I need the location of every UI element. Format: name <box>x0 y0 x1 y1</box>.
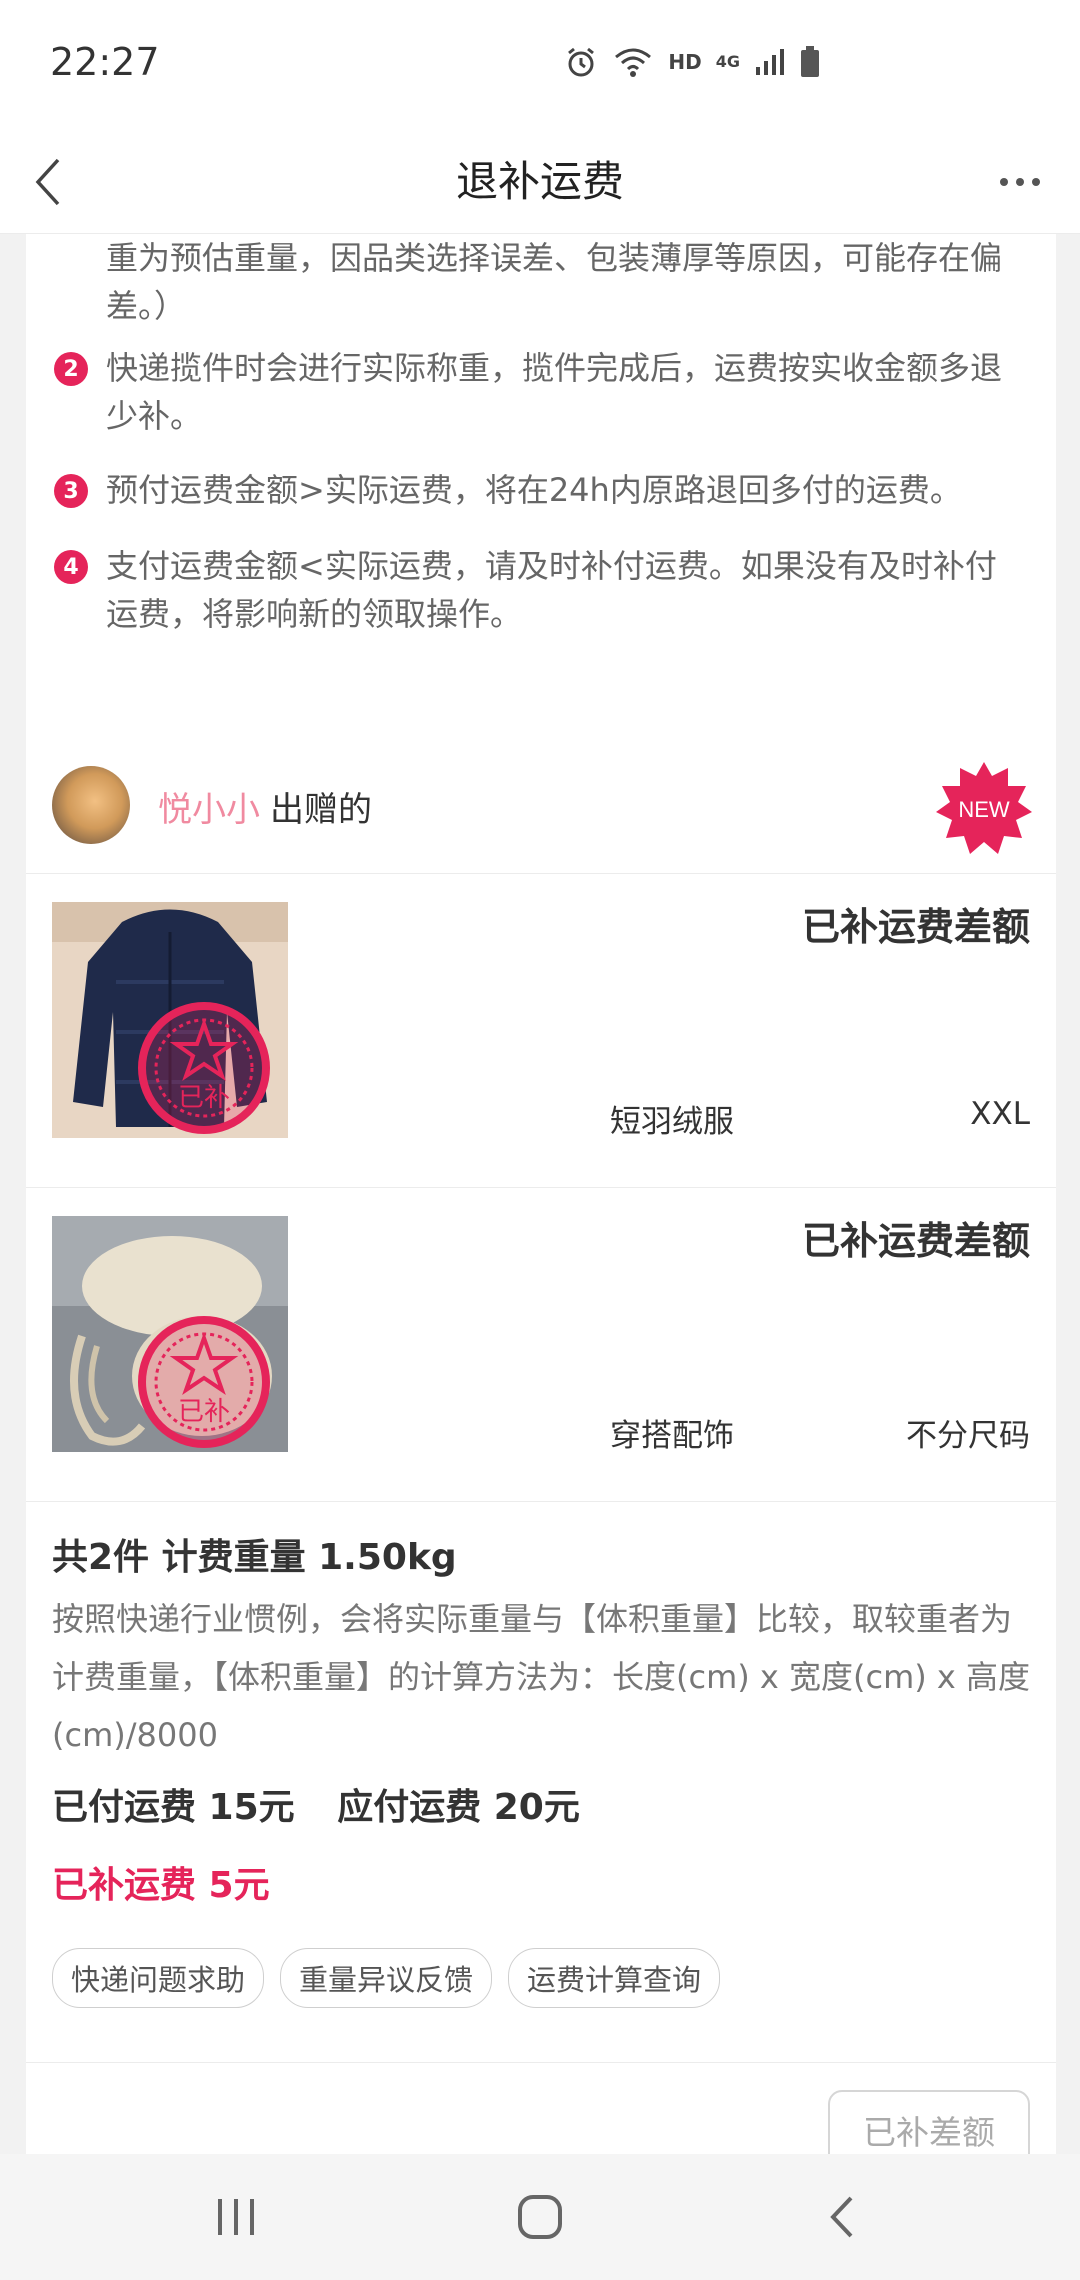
rule-item: 3 预付运费金额>实际运费，将在24h内原路退回多付的运费。 <box>54 466 1044 514</box>
summary-description: 按照快递行业惯例，会将实际重量与【体积重量】比较，取较重者为计费重量，【体积重量… <box>52 1600 1031 1754</box>
paid-fee: 已付运费 15元 <box>52 1787 295 1828</box>
rule-number-badge: 3 <box>54 474 88 508</box>
new-badge: NEW <box>936 762 1032 854</box>
item-status: 已补运费差额 <box>801 905 1030 949</box>
avatar[interactable] <box>52 766 130 844</box>
more-button[interactable] <box>990 152 1050 212</box>
summary-title: 共2件 计费重量 1.50kg <box>52 1537 457 1578</box>
tag-express-help[interactable]: 快递问题求助 <box>52 1948 265 2008</box>
recent-apps-icon <box>218 2199 254 2235</box>
status-bar: 22:27 HD 4G <box>0 0 1080 130</box>
item-category: 穿搭配饰 <box>610 1418 734 1454</box>
back-arrow-icon <box>830 2196 853 2238</box>
rule-item: 2 快递揽件时会进行实际称重，揽件完成后，运费按实收金额多退少补。 <box>54 344 1044 440</box>
item-size: XXL <box>970 1096 1030 1132</box>
gift-card: 悦小小 出赠的 NEW 已补 已补运费差额 短羽绒服 XXL 已补 已补运费差额… <box>26 736 1056 2154</box>
rule-number-badge: 4 <box>54 550 88 584</box>
tag-weight-dispute[interactable]: 重量异议反馈 <box>280 1948 493 2008</box>
divider <box>26 2062 1056 2063</box>
recent-apps-button[interactable] <box>206 2187 266 2247</box>
rule-text: 支付运费金额<实际运费，请及时补付运费。如果没有及时补付运费，将影响新的领取操作… <box>106 547 997 633</box>
product-image-accessory[interactable]: 已补 <box>52 1216 288 1452</box>
more-icon <box>1000 178 1008 186</box>
giver-row[interactable]: 悦小小 出赠的 NEW <box>26 736 1056 874</box>
product-image-jacket[interactable]: 已补 <box>52 902 288 1138</box>
content-scroll[interactable]: 重为预估重量，因品类选择误差、包装薄厚等原因，可能存在偏差。） 2 快递揽件时会… <box>0 234 1080 2154</box>
rule-item: 4 支付运费金额<实际运费，请及时补付运费。如果没有及时补付运费，将影响新的领取… <box>54 542 1044 638</box>
new-badge-text: NEW <box>958 797 1010 822</box>
item-status: 已补运费差额 <box>801 1219 1030 1263</box>
page-title: 退补运费 <box>455 157 624 206</box>
nav-bar: 退补运费 <box>0 130 1080 234</box>
help-tags: 快递问题求助 重量异议反馈 运费计算查询 <box>52 1948 1032 2008</box>
system-back-button[interactable] <box>812 2187 872 2247</box>
rule-text: 快递揽件时会进行实际称重，揽件完成后，运费按实收金额多退少补。 <box>106 349 1003 435</box>
stamp-text: 已补 <box>178 1397 230 1427</box>
stamp-icon: 已补 <box>138 1002 270 1134</box>
item-size: 不分尺码 <box>906 1418 1030 1454</box>
tag-fee-calculator[interactable]: 运费计算查询 <box>508 1948 721 2008</box>
paid-difference-button[interactable]: 已补差额 <box>828 2090 1030 2154</box>
hd-indicator: HD <box>668 50 702 74</box>
item-category: 短羽绒服 <box>610 1104 734 1140</box>
fee-line: 已付运费 15元 应付运费 20元 <box>52 1778 1032 1830</box>
rule-partial-text: 重为预估重量，因品类选择误差、包装薄厚等原因，可能存在偏差。） <box>106 239 1003 325</box>
extra-paid-fee: 已补运费 5元 <box>52 1865 270 1906</box>
rule-number-badge: 2 <box>54 352 88 386</box>
giver-name[interactable]: 悦小小 <box>158 782 260 831</box>
home-icon <box>518 2195 562 2239</box>
battery-icon <box>801 46 819 77</box>
stamp-text: 已补 <box>178 1083 230 1113</box>
due-fee: 应付运费 20元 <box>337 1787 580 1828</box>
home-button[interactable] <box>510 2187 570 2247</box>
shipping-summary: 共2件 计费重量 1.50kg 按照快递行业惯例，会将实际重量与【体积重量】比较… <box>52 1502 1032 2008</box>
wifi-icon <box>615 48 652 77</box>
system-nav-bar <box>0 2154 1080 2280</box>
alarm-icon <box>568 47 595 77</box>
network-type: 4G <box>715 52 740 71</box>
list-item[interactable]: 已补 已补运费差额 短羽绒服 XXL <box>26 874 1056 1188</box>
signal-icon <box>756 49 784 75</box>
giver-suffix: 出赠的 <box>270 790 372 830</box>
rule-text: 预付运费金额>实际运费，将在24h内原路退回多付的运费。 <box>106 471 962 509</box>
stamp-icon: 已补 <box>138 1316 270 1448</box>
status-time: 22:27 <box>50 40 160 84</box>
list-item[interactable]: 已补 已补运费差额 穿搭配饰 不分尺码 <box>26 1188 1056 1502</box>
status-icons: HD 4G <box>564 42 820 82</box>
